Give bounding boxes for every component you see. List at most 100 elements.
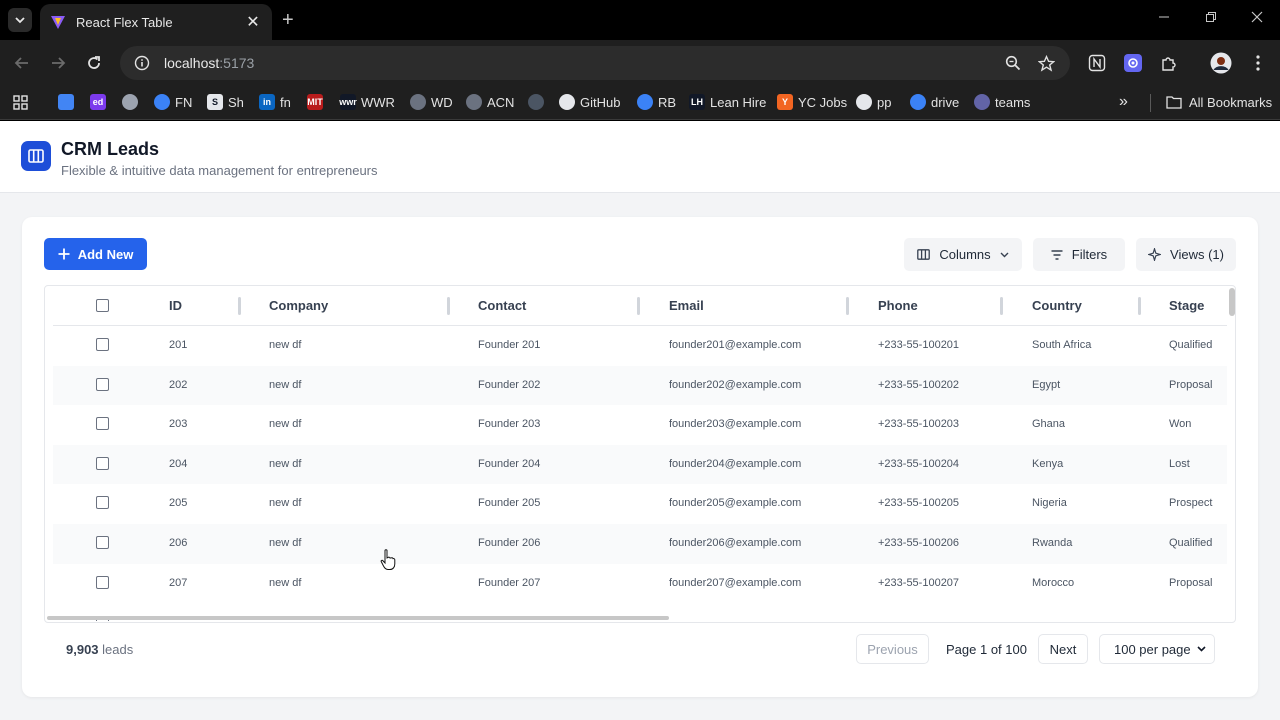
column-header-id[interactable]: ID (169, 298, 182, 313)
back-button[interactable] (11, 52, 33, 74)
column-header-company[interactable]: Company (269, 298, 328, 313)
restore-icon[interactable] (1205, 10, 1217, 26)
bookmark-item[interactable] (58, 92, 79, 112)
cell-contact: Founder 202 (478, 378, 541, 391)
cell-country: Ghana (1032, 418, 1066, 431)
cell-id: 204 (169, 457, 188, 470)
column-header-contact[interactable]: Contact (478, 298, 526, 313)
row-checkbox[interactable] (96, 456, 109, 470)
column-resize-handle[interactable] (238, 297, 241, 315)
bookmark-item[interactable] (528, 92, 549, 112)
cell-id: 205 (169, 497, 188, 510)
address-bar[interactable]: localhost:5173 (120, 46, 1070, 80)
browser-tab[interactable]: React Flex Table ✕ (40, 4, 272, 40)
table-row[interactable]: 206 new df Founder 206 founder206@example.c… (53, 524, 1227, 564)
url-text: localhost:5173 (164, 55, 255, 71)
menu-kebab-icon[interactable] (1247, 52, 1269, 74)
profile-avatar[interactable] (1210, 52, 1232, 74)
row-checkbox[interactable] (96, 377, 109, 391)
leads-card: Add New Columns Filters Views (1) ID Comp… (22, 217, 1258, 697)
vertical-scrollbar[interactable] (1229, 288, 1235, 316)
cell-email: founder201@example.com (669, 339, 802, 351)
row-checkbox[interactable] (96, 338, 109, 351)
bookmark-item[interactable]: LH Lean Hire (689, 92, 766, 112)
column-resize-handle[interactable] (637, 297, 640, 315)
table-row[interactable]: 201 new df Founder 201 founder201@example.c… (53, 326, 1227, 366)
per-page-value: 100 per page (1114, 641, 1191, 657)
next-button[interactable]: Next (1038, 634, 1088, 664)
column-resize-handle[interactable] (846, 297, 849, 315)
table-row[interactable]: 203 new df Founder 203 founder203@example.c… (53, 405, 1227, 445)
row-checkbox[interactable] (96, 575, 109, 589)
bookmark-item[interactable]: ed (90, 92, 111, 112)
bookmark-item[interactable]: RB (637, 92, 676, 112)
extension-gear-icon[interactable] (1122, 52, 1144, 74)
column-resize-handle[interactable] (1138, 297, 1141, 315)
add-new-button[interactable]: Add New (44, 238, 147, 270)
github-icon (856, 94, 872, 110)
row-checkbox[interactable] (96, 496, 109, 510)
reload-button[interactable] (83, 52, 105, 74)
cell-stage: Won (1169, 418, 1192, 431)
filters-button[interactable]: Filters (1033, 238, 1125, 271)
bookmark-item[interactable]: GitHub (559, 92, 620, 112)
bookmark-item[interactable]: teams (974, 92, 1030, 112)
bookmark-item[interactable]: WD (410, 92, 453, 112)
previous-button[interactable]: Previous (856, 634, 929, 664)
row-checkbox[interactable] (96, 417, 109, 431)
mit-icon: MIT (307, 94, 323, 110)
bookmark-item[interactable]: ACN (466, 92, 514, 112)
column-header-stage[interactable]: Stage (1169, 298, 1204, 313)
forward-button[interactable] (47, 52, 69, 74)
bookmark-item[interactable]: MIT (307, 92, 328, 112)
bookmark-label: RB (658, 94, 677, 110)
bookmark-item[interactable]: drive (910, 92, 959, 112)
bookmark-star-icon[interactable] (1037, 54, 1055, 72)
column-header-country[interactable]: Country (1032, 298, 1082, 313)
column-resize-handle[interactable] (447, 297, 450, 315)
window-close-icon[interactable] (1251, 10, 1263, 26)
minimize-icon[interactable] (1158, 10, 1170, 26)
row-checkbox[interactable] (96, 536, 109, 549)
new-tab-button[interactable]: + (282, 9, 294, 31)
columns-button[interactable]: Columns (904, 238, 1022, 271)
all-bookmarks-folder[interactable]: All Bookmarks (1166, 92, 1272, 112)
more-bookmarks-icon[interactable]: » (1119, 92, 1128, 112)
cell-phone: +233-55-100202 (878, 378, 960, 391)
table-row[interactable]: 202 new df Founder 202 founder202@example.c… (53, 365, 1227, 406)
bookmark-item[interactable] (12, 92, 33, 112)
cell-email: founder204@example.com (669, 457, 802, 470)
column-header-phone[interactable]: Phone (878, 298, 918, 313)
bookmarks-divider (1150, 94, 1151, 112)
views-button[interactable]: Views (1) (1136, 238, 1236, 271)
cell-phone: +233-55-100206 (878, 537, 960, 549)
site-info-icon[interactable] (134, 55, 150, 71)
bookmark-item[interactable]: wwr WWR (339, 92, 395, 112)
table-row[interactable]: 207 new df Founder 207 founder207@example.c… (53, 564, 1227, 604)
table-row[interactable]: 204 new df Founder 204 founder204@example.c… (53, 444, 1227, 485)
zoom-icon[interactable] (1004, 54, 1022, 72)
extensions-puzzle-icon[interactable] (1158, 52, 1180, 74)
bookmark-item[interactable]: FN (154, 92, 192, 112)
bookmark-item[interactable]: in fn (259, 92, 291, 112)
vite-logo-icon (51, 16, 65, 29)
notion-extension-icon[interactable] (1086, 52, 1108, 74)
app-header: CRM Leads Flexible & intuitive data mana… (0, 121, 1280, 193)
cell-contact: Founder 201 (478, 339, 541, 351)
column-resize-handle[interactable] (1000, 297, 1003, 315)
tab-close-icon[interactable]: ✕ (244, 12, 262, 32)
bookmark-item[interactable]: S Sh (207, 92, 244, 112)
bookmark-item[interactable]: pp (856, 92, 891, 112)
cell-company: new df (269, 378, 302, 391)
select-all-checkbox[interactable] (96, 299, 109, 312)
bookmark-item[interactable]: Y YC Jobs (777, 92, 847, 112)
horizontal-scrollbar[interactable] (47, 616, 669, 620)
tab-search-button[interactable] (8, 8, 32, 32)
cell-phone: +233-55-100205 (878, 497, 960, 510)
per-page-select[interactable]: 100 per page (1099, 634, 1215, 664)
table-row[interactable]: 205 new df Founder 205 founder205@example.c… (53, 484, 1227, 524)
bookmark-item[interactable] (122, 92, 143, 112)
yc-icon: Y (777, 94, 793, 110)
cell-id: 207 (169, 576, 188, 589)
column-header-email[interactable]: Email (669, 298, 704, 313)
